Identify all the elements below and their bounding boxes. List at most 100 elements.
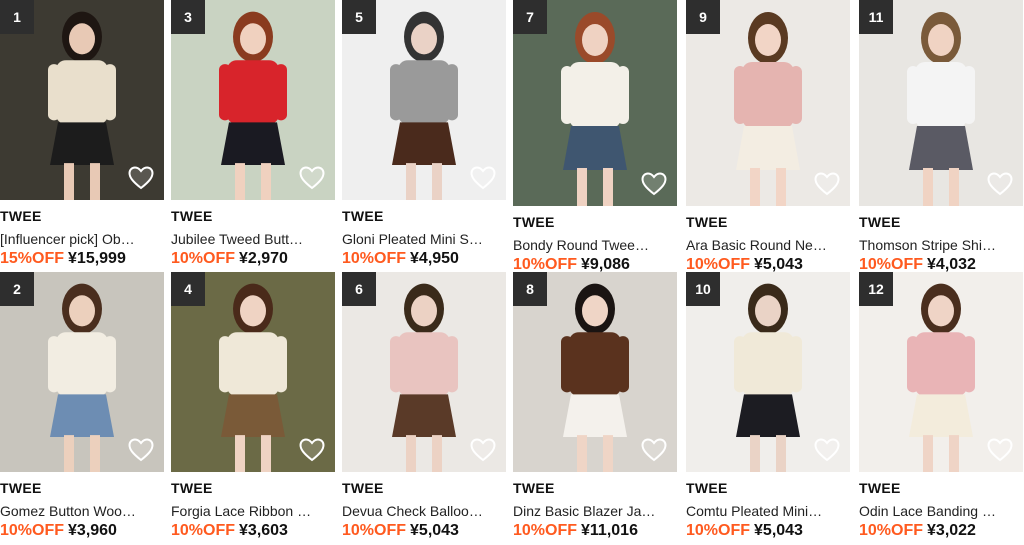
price-row: 10%OFF ¥3,960 [0,522,164,540]
price-row: 15%OFF ¥15,999 [0,250,164,268]
discount-label: 10%OFF [513,522,578,539]
product-name[interactable]: Gloni Pleated Mini S… [342,231,506,247]
product-image[interactable]: 12 [859,272,1023,472]
wishlist-heart-icon[interactable] [470,438,496,462]
price-row: 10%OFF ¥11,016 [513,522,677,540]
discount-label: 10%OFF [686,256,751,273]
rank-badge: 10 [686,272,720,306]
brand-name[interactable]: TWEE [342,480,506,496]
price-value: ¥5,043 [754,522,803,539]
discount-label: 10%OFF [171,522,236,539]
brand-name[interactable]: TWEE [513,480,677,496]
discount-label: 15%OFF [0,250,65,267]
price-value: ¥4,032 [927,256,976,273]
price-row: 10%OFF ¥2,970 [171,250,335,268]
wishlist-heart-icon[interactable] [128,166,154,190]
product-card[interactable]: 6 TWEE Devua Check Balloo… 10%OFF ¥5,043 [342,272,506,540]
product-image[interactable]: 11 [859,0,1023,206]
wishlist-heart-icon[interactable] [128,438,154,462]
price-row: 10%OFF ¥4,950 [342,250,506,268]
wishlist-heart-icon[interactable] [987,172,1013,196]
brand-name[interactable]: TWEE [859,480,1023,496]
product-name[interactable]: Bondy Round Twee… [513,237,677,253]
brand-name[interactable]: TWEE [171,208,335,224]
product-image[interactable]: 9 [686,0,850,206]
wishlist-heart-icon[interactable] [299,166,325,190]
product-card[interactable]: 10 TWEE Comtu Pleated Mini… 10%OFF ¥5,043 [686,272,850,540]
wishlist-heart-icon[interactable] [299,438,325,462]
price-row: 10%OFF ¥5,043 [686,522,850,540]
price-value: ¥2,970 [239,250,288,267]
rank-badge: 9 [686,0,720,34]
rank-badge: 12 [859,272,893,306]
wishlist-heart-icon[interactable] [641,438,667,462]
product-name[interactable]: Thomson Stripe Shi… [859,237,1023,253]
discount-label: 10%OFF [513,256,578,273]
product-name[interactable]: Comtu Pleated Mini… [686,503,850,519]
discount-label: 10%OFF [859,256,924,273]
product-image[interactable]: 3 [171,0,335,200]
product-card[interactable]: 7 TWEE Bondy Round Twee… 10%OFF ¥9,086 [513,0,677,274]
rank-badge: 5 [342,0,376,34]
rank-badge: 8 [513,272,547,306]
price-value: ¥9,086 [581,256,630,273]
brand-name[interactable]: TWEE [171,480,335,496]
brand-name[interactable]: TWEE [686,214,850,230]
product-name[interactable]: Gomez Button Woo… [0,503,164,519]
product-image[interactable]: 7 [513,0,677,206]
product-image[interactable]: 4 [171,272,335,472]
product-image[interactable]: 2 [0,272,164,472]
price-value: ¥3,022 [927,522,976,539]
product-card[interactable]: 4 TWEE Forgia Lace Ribbon … 10%OFF ¥3,603 [171,272,335,540]
brand-name[interactable]: TWEE [0,208,164,224]
product-image[interactable]: 8 [513,272,677,472]
discount-label: 10%OFF [342,522,407,539]
wishlist-heart-icon[interactable] [470,166,496,190]
brand-name[interactable]: TWEE [686,480,850,496]
product-name[interactable]: Odin Lace Banding … [859,503,1023,519]
product-card[interactable]: 11 TWEE Thomson Stripe Shi… 10%OFF ¥4,032 [859,0,1023,274]
product-card[interactable]: 2 TWEE Gomez Button Woo… 10%OFF ¥3,960 [0,272,164,540]
brand-name[interactable]: TWEE [0,480,164,496]
product-card[interactable]: 1 TWEE [Influencer pick] Ob… 15%OFF ¥15,999 [0,0,164,268]
product-name[interactable]: [Influencer pick] Ob… [0,231,164,247]
rank-badge: 6 [342,272,376,306]
price-row: 10%OFF ¥3,603 [171,522,335,540]
wishlist-heart-icon[interactable] [987,438,1013,462]
product-image[interactable]: 5 [342,0,506,200]
product-card[interactable]: 8 TWEE Dinz Basic Blazer Ja… 10%OFF ¥11,016 [513,272,677,540]
price-row: 10%OFF ¥5,043 [342,522,506,540]
rank-badge: 7 [513,0,547,34]
product-name[interactable]: Devua Check Balloo… [342,503,506,519]
wishlist-heart-icon[interactable] [814,438,840,462]
rank-badge: 1 [0,0,34,34]
product-image[interactable]: 1 [0,0,164,200]
price-value: ¥15,999 [68,250,126,267]
discount-label: 10%OFF [686,522,751,539]
product-image[interactable]: 6 [342,272,506,472]
product-name[interactable]: Dinz Basic Blazer Ja… [513,503,677,519]
brand-name[interactable]: TWEE [342,208,506,224]
price-row: 10%OFF ¥3,022 [859,522,1023,540]
rank-badge: 4 [171,272,205,306]
product-name[interactable]: Forgia Lace Ribbon … [171,503,335,519]
rank-badge: 2 [0,272,34,306]
price-value: ¥5,043 [410,522,459,539]
product-name[interactable]: Jubilee Tweed Butt… [171,231,335,247]
price-value: ¥4,950 [410,250,459,267]
product-image[interactable]: 10 [686,272,850,472]
product-card[interactable]: 9 TWEE Ara Basic Round Ne… 10%OFF ¥5,043 [686,0,850,274]
brand-name[interactable]: TWEE [859,214,1023,230]
wishlist-heart-icon[interactable] [814,172,840,196]
discount-label: 10%OFF [0,522,65,539]
product-name[interactable]: Ara Basic Round Ne… [686,237,850,253]
product-card[interactable]: 5 TWEE Gloni Pleated Mini S… 10%OFF ¥4,950 [342,0,506,268]
discount-label: 10%OFF [859,522,924,539]
product-card[interactable]: 12 TWEE Odin Lace Banding … 10%OFF ¥3,022 [859,272,1023,540]
rank-badge: 3 [171,0,205,34]
price-value: ¥11,016 [581,522,638,539]
wishlist-heart-icon[interactable] [641,172,667,196]
price-value: ¥5,043 [754,256,803,273]
brand-name[interactable]: TWEE [513,214,677,230]
product-card[interactable]: 3 TWEE Jubilee Tweed Butt… 10%OFF ¥2,970 [171,0,335,268]
